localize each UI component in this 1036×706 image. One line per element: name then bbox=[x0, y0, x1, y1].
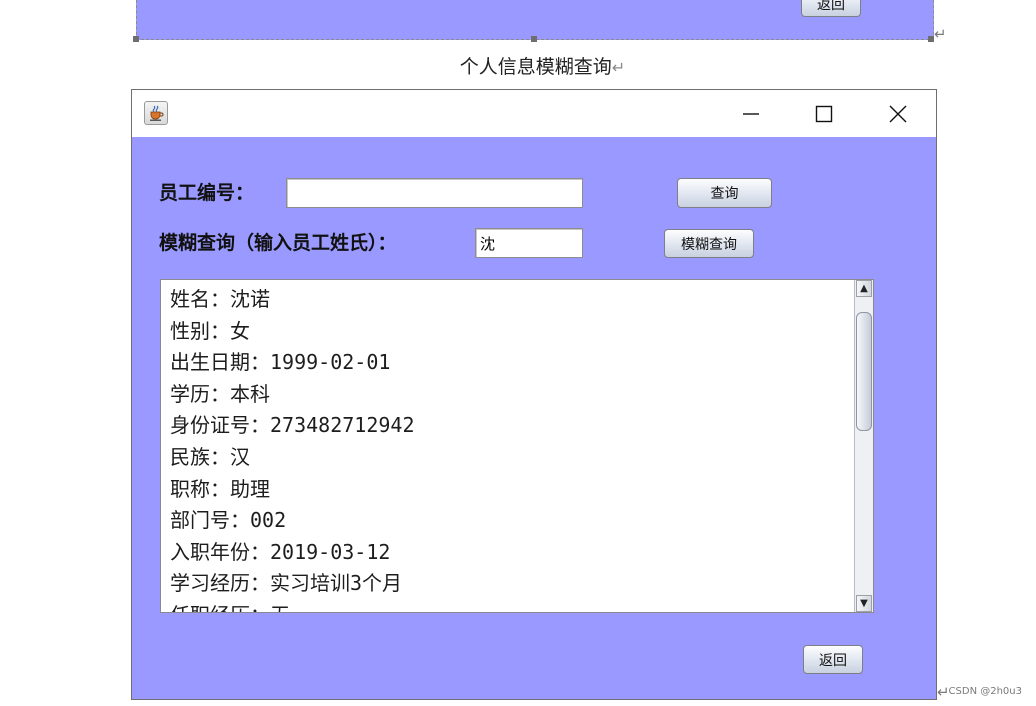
result-line: 姓名：沈诺 bbox=[170, 287, 270, 311]
vertical-scrollbar[interactable]: ▲ ▼ bbox=[854, 280, 873, 612]
title-bar bbox=[132, 90, 936, 137]
maximize-button[interactable] bbox=[801, 90, 847, 137]
previous-window-panel: 返回 bbox=[136, 0, 934, 40]
result-line: 学习经历：实习培训3个月 bbox=[170, 571, 403, 596]
scroll-down-button[interactable]: ▼ bbox=[856, 595, 872, 612]
result-line: 职称：助理 bbox=[170, 476, 270, 501]
results-text: 姓名：沈诺 性别：女 出生日期：1999-02-01 学历：本科 身份证号：27… bbox=[170, 284, 850, 612]
employee-id-input[interactable] bbox=[286, 178, 583, 208]
resize-handle-middle[interactable] bbox=[531, 36, 537, 42]
return-button[interactable]: 返回 bbox=[803, 645, 863, 674]
resize-handle-left[interactable] bbox=[133, 36, 139, 42]
java-coffee-cup-icon bbox=[144, 101, 168, 125]
surname-input[interactable] bbox=[475, 228, 583, 258]
minimize-icon bbox=[743, 112, 759, 115]
query-button[interactable]: 查询 bbox=[677, 178, 772, 208]
result-line: 出生日期：1999-02-01 bbox=[170, 350, 391, 375]
paragraph-mark: ↵ bbox=[934, 25, 947, 43]
employee-id-label: 员工编号： bbox=[159, 182, 255, 204]
previous-return-button[interactable]: 返回 bbox=[801, 0, 861, 17]
result-line: 性别：女 bbox=[170, 318, 250, 343]
result-line: 学历：本科 bbox=[170, 381, 270, 406]
result-line: 民族：汉 bbox=[170, 444, 250, 469]
fuzzy-search-label: 模糊查询（输入员工姓氏）： bbox=[159, 232, 397, 254]
csdn-watermark: CSDN @2h0u3 bbox=[948, 686, 1022, 697]
minimize-button[interactable] bbox=[728, 90, 774, 137]
results-text-area[interactable]: 姓名：沈诺 性别：女 出生日期：1999-02-01 学历：本科 身份证号：27… bbox=[160, 279, 874, 613]
scroll-up-button[interactable]: ▲ bbox=[856, 280, 872, 297]
result-line: 身份证号：273482712942 bbox=[170, 413, 415, 438]
result-line: 任职经历：无 bbox=[170, 600, 850, 612]
close-button[interactable] bbox=[875, 90, 921, 137]
caption-text: 个人信息模糊查询 bbox=[459, 56, 612, 78]
document-caption: 个人信息模糊查询↵ bbox=[0, 52, 1036, 79]
employee-query-window: 员工编号： 查询 模糊查询（输入员工姓氏）： 模糊查询 姓名：沈诺 性别：女 出… bbox=[131, 89, 937, 700]
scroll-up-icon: ▲ bbox=[860, 283, 868, 294]
result-line: 入职年份：2019-03-12 bbox=[170, 539, 391, 564]
scroll-down-icon: ▼ bbox=[860, 598, 868, 609]
fuzzy-search-button[interactable]: 模糊查询 bbox=[664, 229, 754, 258]
scroll-thumb[interactable] bbox=[856, 312, 872, 431]
result-line: 部门号：002 bbox=[170, 508, 287, 533]
maximize-icon bbox=[815, 105, 833, 122]
close-icon bbox=[889, 105, 907, 122]
caption-paragraph-mark: ↵ bbox=[611, 58, 626, 77]
